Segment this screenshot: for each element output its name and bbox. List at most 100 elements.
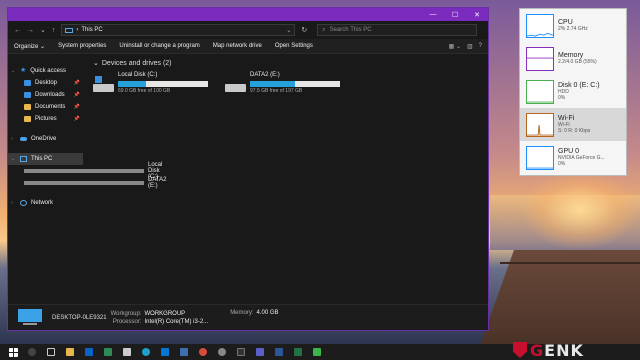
start-button[interactable] — [7, 346, 19, 358]
address-dropdown-chevron-icon[interactable]: ⌄ — [286, 27, 291, 34]
perf-detail: 2.2/4.0 GB (55%) — [558, 59, 597, 65]
nav-documents[interactable]: Documents 📌 — [8, 101, 83, 113]
network-icon — [20, 200, 27, 206]
nav-label: Desktop — [35, 80, 58, 86]
taskbar-app-word[interactable] — [273, 346, 285, 358]
genk-logo-icon — [513, 342, 527, 358]
view-controls: ▦ ⌄ ▥ ? — [449, 43, 482, 50]
perf-item-memory[interactable]: Memory 2.2/4.0 GB (55%) — [520, 42, 626, 75]
drive-icon — [24, 169, 144, 173]
taskbar-app-edge[interactable] — [140, 346, 152, 358]
word-icon — [275, 348, 283, 356]
outlook-icon — [161, 348, 169, 356]
taskbar-app-teams[interactable] — [254, 346, 266, 358]
main-pane: ⌄ Devices and drives (2) Local Disk (C:)… — [83, 55, 488, 304]
details-pane: DESKTOP-0LE9321 Workgroup: WORKGROUP Pro… — [8, 304, 488, 330]
expand-chevron-icon[interactable]: ⌄ — [11, 156, 15, 162]
nav-this-pc[interactable]: ⌄ This PC — [8, 153, 83, 165]
nav-drive-c[interactable]: Local Disk (C:) — [8, 162, 162, 180]
taskbar-app-excel[interactable] — [292, 346, 304, 358]
taskbar-app-outlook[interactable] — [159, 346, 171, 358]
disk-graph — [526, 79, 554, 104]
perf-name: Memory — [558, 52, 584, 59]
system-properties-button[interactable]: System properties — [58, 43, 106, 49]
mail-icon — [85, 348, 93, 356]
nav-pictures[interactable]: Pictures 📌 — [8, 113, 83, 125]
drive-usage-bar — [250, 81, 340, 87]
computer-name: DESKTOP-0LE9321 — [52, 314, 107, 321]
forward-arrow-icon[interactable]: → — [27, 27, 34, 34]
up-arrow-icon[interactable]: ↑ — [52, 27, 56, 34]
memory-label: Memory: — [230, 310, 254, 316]
task-manager-icon — [313, 348, 321, 356]
expand-chevron-icon[interactable]: › — [11, 136, 13, 142]
search-taskbar-button[interactable] — [26, 346, 38, 358]
drive-name: Local Disk (C:) — [118, 72, 158, 78]
recent-locations-chevron-icon[interactable]: ⌄ — [40, 26, 46, 34]
command-bar: Organize ⌄ System properties Uninstall o… — [8, 39, 488, 54]
nav-label: Pictures — [35, 116, 57, 122]
nav-desktop[interactable]: Desktop 📌 — [8, 77, 83, 89]
teams-icon — [256, 348, 264, 356]
search-input[interactable]: ⌕ Search This PC — [317, 24, 478, 36]
perf-name: Disk 0 (E: C:) — [558, 82, 600, 89]
taskbar-app-terminal[interactable] — [235, 346, 247, 358]
perf-item-cpu[interactable]: CPU 2% 2.74 GHz — [520, 9, 626, 42]
nav-quick-access[interactable]: ⌄ ★ Quick access — [8, 65, 83, 77]
refresh-icon[interactable]: ↻ — [301, 26, 307, 34]
perf-name: CPU — [558, 19, 573, 26]
drive-icon — [24, 181, 144, 185]
taskbar-app-chrome[interactable] — [197, 346, 209, 358]
preview-pane-icon[interactable]: ▥ — [467, 43, 473, 50]
taskbar-app-photos[interactable] — [178, 346, 190, 358]
close-button[interactable]: ✕ — [466, 11, 488, 19]
nav-label: DATA2 (E:) — [148, 177, 167, 189]
drive-tile-c[interactable]: Local Disk (C:) 69.0 GB free of 100 GB — [93, 72, 213, 98]
drive-name: DATA2 (E:) — [250, 72, 280, 78]
perf-item-disk[interactable]: Disk 0 (E: C:) HDD 0% — [520, 75, 626, 108]
hard-drive-icon — [225, 76, 246, 92]
perf-item-gpu[interactable]: GPU 0 NVIDIA GeForce G... 0% — [520, 141, 626, 174]
minimize-button[interactable]: — — [422, 11, 444, 19]
organize-menu[interactable]: Organize ⌄ — [14, 43, 45, 50]
nav-downloads[interactable]: Downloads 📌 — [8, 89, 83, 101]
view-options-icon[interactable]: ▦ ⌄ — [449, 43, 461, 50]
taskbar-app-mail[interactable] — [83, 346, 95, 358]
terminal-icon — [237, 348, 245, 356]
open-settings-button[interactable]: Open Settings — [275, 43, 313, 49]
taskbar-app-store[interactable] — [121, 346, 133, 358]
perf-item-wifi[interactable]: Wi-Fi Wi-Fi S: 0 R: 0 Kbps — [520, 108, 626, 141]
file-explorer-window: — ☐ ✕ ← → ⌄ ↑ › This PC ⌄ ↻ ⌕ Search Thi… — [7, 7, 489, 331]
expand-chevron-icon[interactable]: › — [11, 200, 13, 206]
search-icon — [28, 348, 36, 356]
taskbar-app-settings[interactable] — [216, 346, 228, 358]
workgroup-label: Workgroup: — [110, 310, 142, 317]
help-icon[interactable]: ? — [479, 43, 482, 50]
nav-onedrive[interactable]: › OneDrive — [8, 133, 83, 145]
group-title: Devices and drives (2) — [101, 59, 172, 67]
expand-chevron-icon[interactable]: ⌄ — [11, 68, 15, 74]
collapse-chevron-icon: ⌄ — [93, 60, 99, 67]
address-bar[interactable]: › This PC ⌄ — [61, 24, 296, 36]
maximize-button[interactable]: ☐ — [444, 11, 466, 19]
uninstall-program-button[interactable]: Uninstall or change a program — [119, 43, 199, 49]
nav-label: Documents — [35, 104, 66, 110]
search-placeholder: Search This PC — [329, 27, 372, 33]
folder-icon — [66, 348, 74, 356]
nav-network[interactable]: › Network — [8, 197, 83, 209]
taskbar-app-explorer[interactable] — [64, 346, 76, 358]
drive-tile-e[interactable]: DATA2 (E:) 97.5 GB free of 197 GB — [225, 72, 345, 98]
devices-group-header[interactable]: ⌄ Devices and drives (2) — [93, 58, 488, 68]
chrome-icon — [199, 348, 207, 356]
back-arrow-icon[interactable]: ← — [14, 27, 21, 34]
task-view-button[interactable] — [45, 346, 57, 358]
explorer-titlebar[interactable]: — ☐ ✕ — [8, 8, 488, 21]
drive-free-space: 69.0 GB free of 100 GB — [118, 88, 171, 94]
nav-drive-e[interactable]: DATA2 (E:) — [8, 177, 166, 189]
address-row: ← → ⌄ ↑ › This PC ⌄ ↻ ⌕ Search This PC — [8, 21, 488, 39]
taskbar-app-todo[interactable] — [102, 346, 114, 358]
taskbar-app-taskmgr[interactable] — [311, 346, 323, 358]
gear-icon — [218, 348, 226, 356]
perf-detail: 2% 2.74 GHz — [558, 26, 588, 32]
map-network-drive-button[interactable]: Map network drive — [213, 43, 262, 49]
